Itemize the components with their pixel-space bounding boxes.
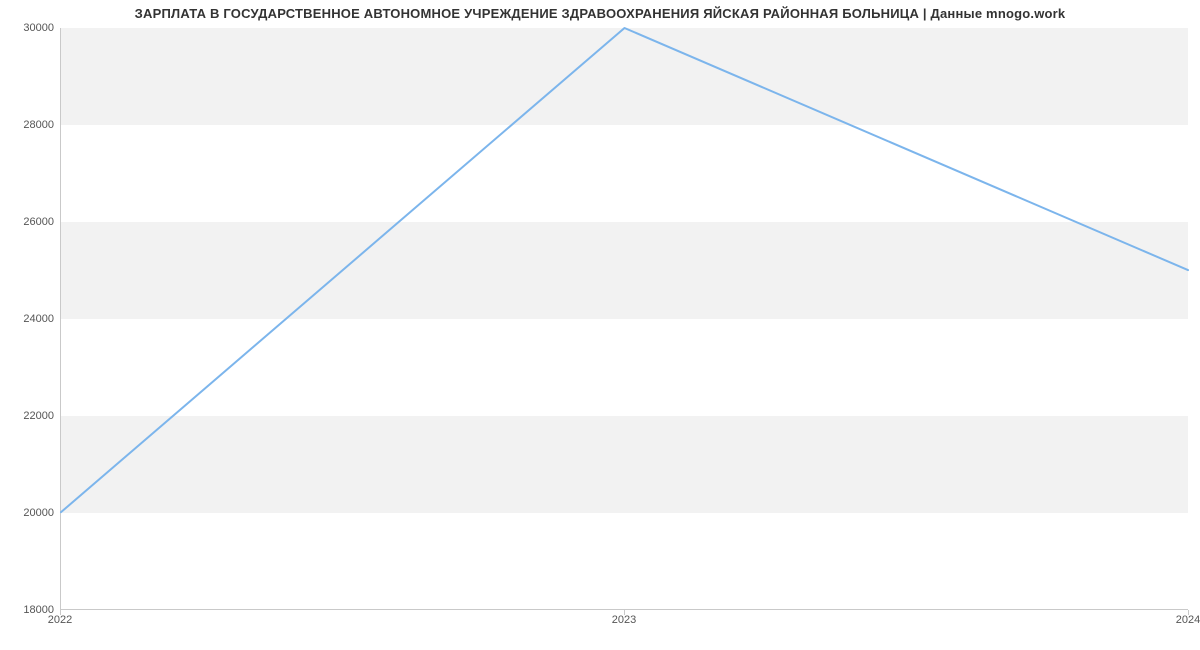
y-tick-label: 28000 xyxy=(4,119,54,131)
y-tick-label: 22000 xyxy=(4,410,54,422)
y-tick-label: 30000 xyxy=(4,22,54,34)
x-tick-label: 2022 xyxy=(48,614,72,626)
y-tick-label: 20000 xyxy=(4,507,54,519)
chart-title: ЗАРПЛАТА В ГОСУДАРСТВЕННОЕ АВТОНОМНОЕ УЧ… xyxy=(0,6,1200,21)
y-tick-label: 18000 xyxy=(4,604,54,616)
plot-area xyxy=(60,28,1188,610)
y-tick-label: 24000 xyxy=(4,313,54,325)
x-tick-label: 2024 xyxy=(1176,614,1200,626)
y-tick-label: 26000 xyxy=(4,216,54,228)
x-tick-label: 2023 xyxy=(612,614,636,626)
data-line xyxy=(61,28,1188,609)
salary-line-chart: ЗАРПЛАТА В ГОСУДАРСТВЕННОЕ АВТОНОМНОЕ УЧ… xyxy=(0,0,1200,650)
